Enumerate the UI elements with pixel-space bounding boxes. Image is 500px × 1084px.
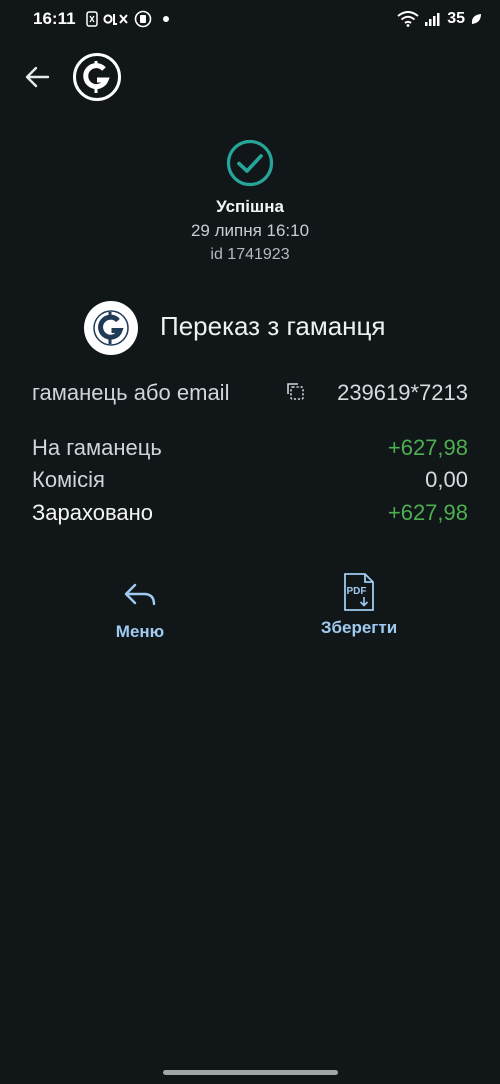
menu-button-label: Меню: [115, 622, 165, 641]
status-icons-left: [86, 10, 169, 28]
commission-value: 0,00: [425, 467, 468, 492]
copy-icon[interactable]: [285, 381, 305, 401]
to-wallet-value: +627,98: [387, 435, 468, 460]
wallet-value[interactable]: 239619*7213: [337, 380, 468, 406]
nfc-icon: [86, 11, 98, 27]
operation-title: Переказ з гаманця: [160, 311, 386, 341]
transaction-id: id 1741923: [210, 246, 290, 263]
signal-icon: [425, 13, 440, 26]
wallet-label: гаманець або email: [32, 380, 230, 405]
payment-app-icon: [134, 10, 152, 28]
wifi-icon: [397, 11, 419, 27]
credited-label: Зараховано: [32, 500, 154, 525]
transaction-status: Успішна: [216, 197, 284, 216]
back-button[interactable]: [22, 62, 52, 92]
save-button-label: Зберегти: [320, 618, 398, 637]
back-arrow-icon: [25, 66, 50, 88]
status-bar: 16:11 35: [0, 0, 500, 40]
notification-dot-icon: [163, 16, 169, 22]
menu-button[interactable]: Меню: [70, 576, 210, 642]
save-button[interactable]: PDF Зберегти: [289, 573, 429, 638]
pdf-text: PDF: [347, 586, 367, 597]
battery-level: 35: [447, 10, 465, 27]
gcoin-logo-icon: [73, 53, 121, 101]
home-indicator[interactable]: [163, 1070, 338, 1075]
transaction-date: 29 липня 16:10: [190, 221, 310, 240]
to-wallet-label: На гаманець: [32, 435, 162, 460]
olx-icon: [103, 14, 128, 25]
status-icons-right: 35: [397, 9, 482, 29]
check-circle-icon: [226, 139, 274, 187]
battery-leaf-icon: [471, 14, 481, 24]
pdf-download-icon: PDF: [344, 573, 374, 611]
credited-value: +627,98: [387, 500, 468, 525]
commission-label: Комісія: [32, 467, 105, 492]
reply-arrow-icon: [124, 583, 156, 606]
operation-logo-icon: [84, 301, 138, 355]
status-time: 16:11: [33, 9, 76, 28]
